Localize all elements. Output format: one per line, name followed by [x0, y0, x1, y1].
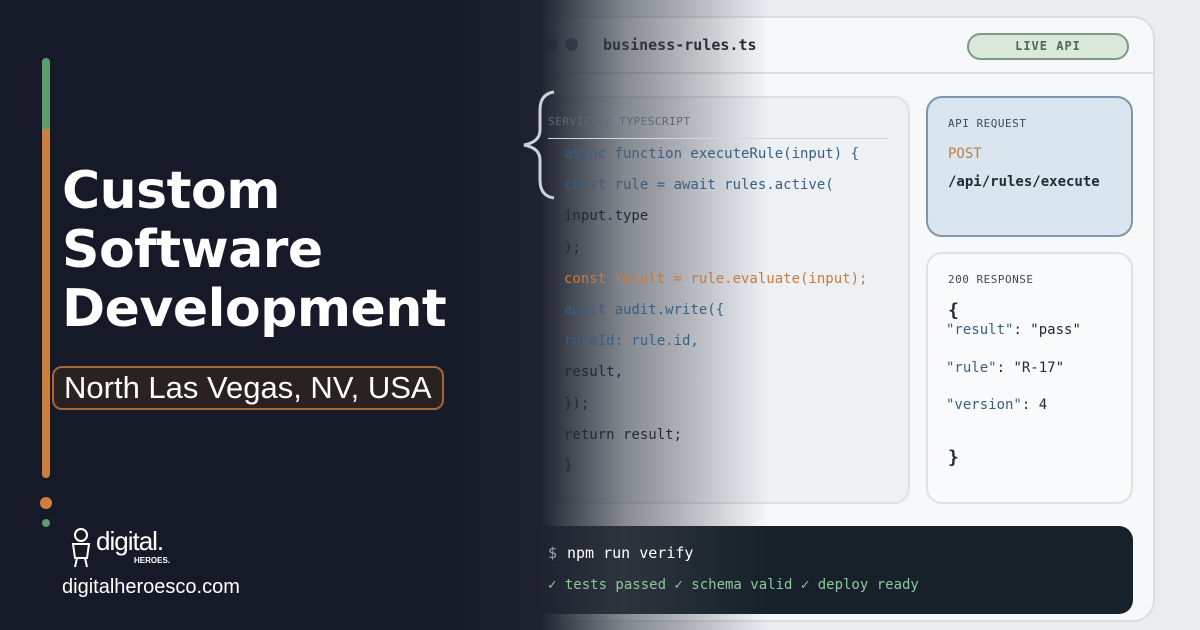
response-field: "result": "pass"	[946, 322, 1081, 338]
accent-dot-orange	[40, 497, 52, 509]
code-line: const rule = await rules.active(	[564, 177, 834, 194]
response-field-value: 4	[1038, 397, 1048, 413]
response-close-brace: }	[948, 447, 959, 468]
api-path: /api/rules/execute	[948, 174, 1100, 190]
response-field-key: "rule"	[946, 359, 997, 376]
response-field: "rule": "R-17"	[946, 360, 1064, 376]
code-panel-divider	[548, 138, 888, 139]
code-panel-label: SERVICE / TYPESCRIPT	[548, 115, 691, 128]
code-line: input.type	[564, 208, 649, 225]
response-label: 200 RESPONSE	[948, 273, 1034, 286]
window-minimize-dot[interactable]	[545, 38, 558, 51]
terminal-output: ✓ tests passed ✓ schema valid ✓ deploy r…	[548, 577, 919, 593]
response-field-key: "version"	[946, 397, 1022, 413]
accent-bar	[42, 58, 50, 478]
code-line: ruleId: rule.id,	[564, 333, 699, 350]
terminal-prompt: $	[548, 544, 558, 562]
response-field: "version": 4	[946, 397, 1047, 413]
logo-subtext: HEROES.	[134, 556, 171, 565]
title-line-1: Custom	[62, 161, 280, 221]
hero-figure-icon	[71, 528, 91, 568]
code-line: result,	[564, 364, 624, 381]
code-line: }	[564, 458, 573, 474]
code-line: const result = rule.evaluate(input);	[564, 270, 868, 287]
location-badge: North Las Vegas, NV, USA	[52, 366, 444, 410]
response-field-separator: :	[1013, 322, 1031, 338]
response-field-value: "R-17"	[1013, 359, 1065, 376]
accent-dot-green	[42, 519, 50, 527]
title-line-2: Software	[62, 220, 323, 280]
logo-wordmark: digital.	[96, 526, 164, 556]
website-link[interactable]: digitalheroesco.com	[62, 576, 240, 599]
window-titlebar: business-rules.ts LIVE API	[507, 18, 1153, 74]
http-method: POST	[948, 146, 982, 162]
code-line: await audit.write({	[564, 302, 725, 318]
window-maximize-dot[interactable]	[565, 38, 578, 51]
code-line: });	[564, 395, 590, 412]
code-line: async function executeRule(input) {	[564, 146, 860, 162]
code-line: return result;	[564, 426, 683, 443]
brace-decoration-icon	[523, 90, 555, 200]
brand-logo[interactable]: digital. HEROES.	[68, 524, 198, 570]
response-field-key: "result"	[946, 322, 1014, 338]
api-request-label: API REQUEST	[948, 117, 1027, 130]
window-close-dot[interactable]	[525, 38, 538, 51]
page-title: Custom Software Development	[62, 162, 482, 339]
terminal-command: npm run verify	[567, 544, 694, 562]
terminal-panel	[526, 526, 1133, 614]
response-field-value: "pass"	[1030, 322, 1081, 338]
code-line: );	[564, 239, 581, 256]
response-field-separator: :	[996, 359, 1014, 376]
file-name: business-rules.ts	[603, 36, 757, 54]
title-line-3: Development	[62, 279, 447, 339]
response-open-brace: {	[948, 300, 959, 321]
live-api-badge: LIVE API	[967, 33, 1129, 60]
response-field-separator: :	[1021, 397, 1039, 413]
